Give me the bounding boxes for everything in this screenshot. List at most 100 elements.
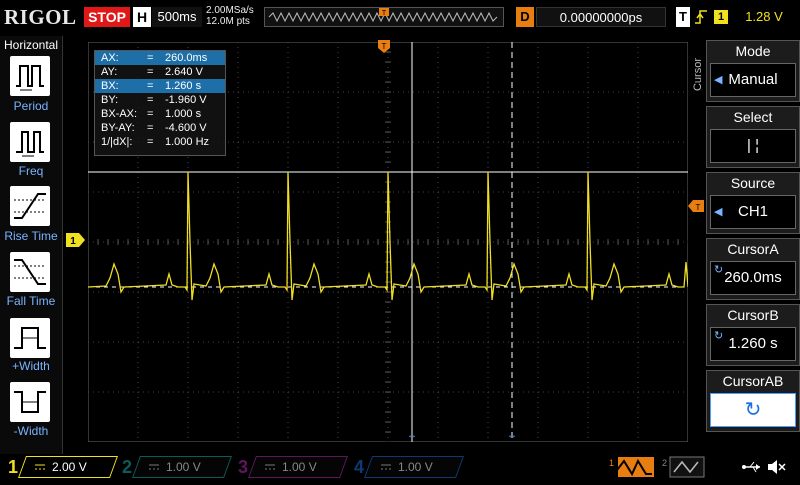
cursor-a-value[interactable]: ↻ 260.0ms xyxy=(710,261,796,295)
waveform-overview-bar[interactable]: T xyxy=(264,7,504,27)
run-status-badge[interactable]: STOP xyxy=(84,7,130,27)
horizontal-label: H xyxy=(133,7,151,27)
acquisition-info: 2.00MSa/s 12.0M pts xyxy=(206,5,254,27)
channel-2-number[interactable]: 2 xyxy=(122,456,132,478)
cursor-b-handle[interactable]: ↔ xyxy=(507,430,517,441)
positive-width-button[interactable] xyxy=(10,318,50,358)
negative-width-button[interactable] xyxy=(10,382,50,422)
freq-button[interactable] xyxy=(10,122,50,162)
speaker-muted-icon[interactable] xyxy=(766,458,786,476)
channel-4-number[interactable]: 4 xyxy=(354,456,364,478)
cursor-ab-knob[interactable]: ↻ xyxy=(710,393,796,427)
trigger-level[interactable]: 1.28 V xyxy=(734,7,794,27)
channel-3-scale: 1.00 V xyxy=(282,460,317,474)
memory-depth: 12.0M pts xyxy=(206,16,250,27)
svg-text:2: 2 xyxy=(662,458,667,468)
period-button[interactable] xyxy=(10,56,50,96)
freq-label: Freq xyxy=(18,164,44,178)
select-value[interactable]: | ¦ xyxy=(710,129,796,163)
svg-text:1: 1 xyxy=(70,236,76,247)
top-status-bar: RIGOL STOP H 500ms 2.00MSa/s 12.0M pts T… xyxy=(0,0,800,36)
horizontal-measure-panel: Horizontal Period Freq Rise Time Fall Ti… xyxy=(0,36,63,454)
ch2-waveform-icon[interactable]: 2 xyxy=(660,456,706,478)
rising-edge-icon xyxy=(695,10,707,24)
ch1-trigger-mode-icon[interactable]: 1 xyxy=(606,456,656,478)
source-menu[interactable]: Source ◀ CH1 xyxy=(706,172,800,234)
channel-4-scale: 1.00 V xyxy=(398,460,433,474)
readout-value: 260.0ms xyxy=(165,52,208,64)
rotate-knob-icon: ↻ xyxy=(714,264,724,276)
cursor-readout-row: AY: = 2.640 V xyxy=(95,65,225,79)
readout-value: 1.000 s xyxy=(165,108,202,120)
readout-label: AY: xyxy=(101,66,118,78)
svg-text:T: T xyxy=(696,203,701,212)
svg-text:↔: ↔ xyxy=(407,430,417,441)
dc-coupling-icon xyxy=(264,456,276,485)
rotate-knob-icon: ↻ xyxy=(744,399,762,421)
readout-label: BY: xyxy=(101,94,119,106)
mode-value[interactable]: ◀ Manual xyxy=(710,63,796,97)
trigger-level-marker[interactable]: T xyxy=(688,200,704,212)
trigger-source-badge: 1 xyxy=(714,10,728,24)
cursor-readout-row: 1/|dX|: = 1.000 Hz xyxy=(95,135,225,149)
cursor-ab-menu[interactable]: CursorAB ↻ xyxy=(706,370,800,432)
readout-value: 2.640 V xyxy=(165,66,203,78)
cursor-readout-row: BY-AY: = -4.600 V xyxy=(95,121,225,135)
select-title: Select xyxy=(733,109,773,125)
readout-value: -1.960 V xyxy=(165,94,207,106)
cursor-a-menu[interactable]: CursorA ↻ 260.0ms xyxy=(706,238,800,300)
channel-1-number[interactable]: 1 xyxy=(8,456,18,478)
cursor-b-menu[interactable]: CursorB ↻ 1.260 s xyxy=(706,304,800,366)
left-arrow-icon: ◀ xyxy=(714,206,723,218)
channel-2-scale: 1.00 V xyxy=(166,460,201,474)
negative-width-label: -Width xyxy=(13,424,49,438)
readout-equals: = xyxy=(147,122,154,134)
select-menu[interactable]: Select | ¦ xyxy=(706,106,800,168)
trigger-label: T xyxy=(676,7,690,27)
fall-time-icon xyxy=(14,259,46,285)
readout-value: -4.600 V xyxy=(165,122,207,134)
cursor-a-handle[interactable]: ↔ xyxy=(407,430,417,441)
overview-waveform: T xyxy=(268,8,498,23)
channel-1-scale: 2.00 V xyxy=(52,460,87,474)
cursor-readout-row: BX: = 1.260 s xyxy=(95,79,225,93)
dc-coupling-icon xyxy=(34,456,46,485)
mode-menu[interactable]: Mode ◀ Manual xyxy=(706,40,800,102)
ch1-offset-marker[interactable]: 1 xyxy=(66,233,86,247)
frequency-icon xyxy=(16,131,44,157)
timebase-value[interactable]: 500ms xyxy=(152,7,202,27)
svg-text:1: 1 xyxy=(609,458,614,468)
dc-coupling-icon xyxy=(148,456,160,485)
svg-text:↔: ↔ xyxy=(507,430,517,441)
cursor-menu-panel: Mode ◀ Manual Select | ¦ Source ◀ CH1 Curs… xyxy=(706,38,800,434)
source-value[interactable]: ◀ CH1 xyxy=(710,195,796,229)
delay-value[interactable]: 0.00000000ps xyxy=(536,7,666,27)
positive-width-icon xyxy=(14,327,46,349)
sample-rate: 2.00MSa/s xyxy=(206,5,254,16)
brand-logo: RIGOL xyxy=(4,5,77,29)
readout-equals: = xyxy=(147,94,154,106)
trigger-position-marker[interactable]: T xyxy=(378,40,392,54)
cursor-readout-row: BX-AX: = 1.000 s xyxy=(95,107,225,121)
mode-title: Mode xyxy=(735,43,771,59)
cursor-readout-panel: AX: = 260.0ms AY: = 2.640 V BX: = 1.260 s BY: = -1.… xyxy=(94,50,226,156)
readout-label: BX: xyxy=(101,80,119,92)
readout-equals: = xyxy=(147,80,154,92)
cursor-readout-row: BY: = -1.960 V xyxy=(95,93,225,107)
fall-time-button[interactable] xyxy=(10,252,50,292)
channel-3-number[interactable]: 3 xyxy=(238,456,248,478)
period-label: Period xyxy=(13,99,49,113)
readout-label: 1/|dX|: xyxy=(101,136,133,148)
rotate-knob-icon: ↻ xyxy=(714,330,724,342)
svg-text:T: T xyxy=(382,10,387,17)
positive-width-label: +Width xyxy=(12,359,50,373)
readout-label: AX: xyxy=(101,52,119,64)
rise-time-icon xyxy=(14,193,46,219)
svg-text:T: T xyxy=(382,42,387,51)
rise-time-button[interactable] xyxy=(10,186,50,226)
panel-title: Horizontal xyxy=(3,38,59,52)
usb-icon xyxy=(742,461,760,473)
left-arrow-icon: ◀ xyxy=(714,74,723,86)
readout-equals: = xyxy=(147,108,154,120)
cursor-b-value[interactable]: ↻ 1.260 s xyxy=(710,327,796,361)
